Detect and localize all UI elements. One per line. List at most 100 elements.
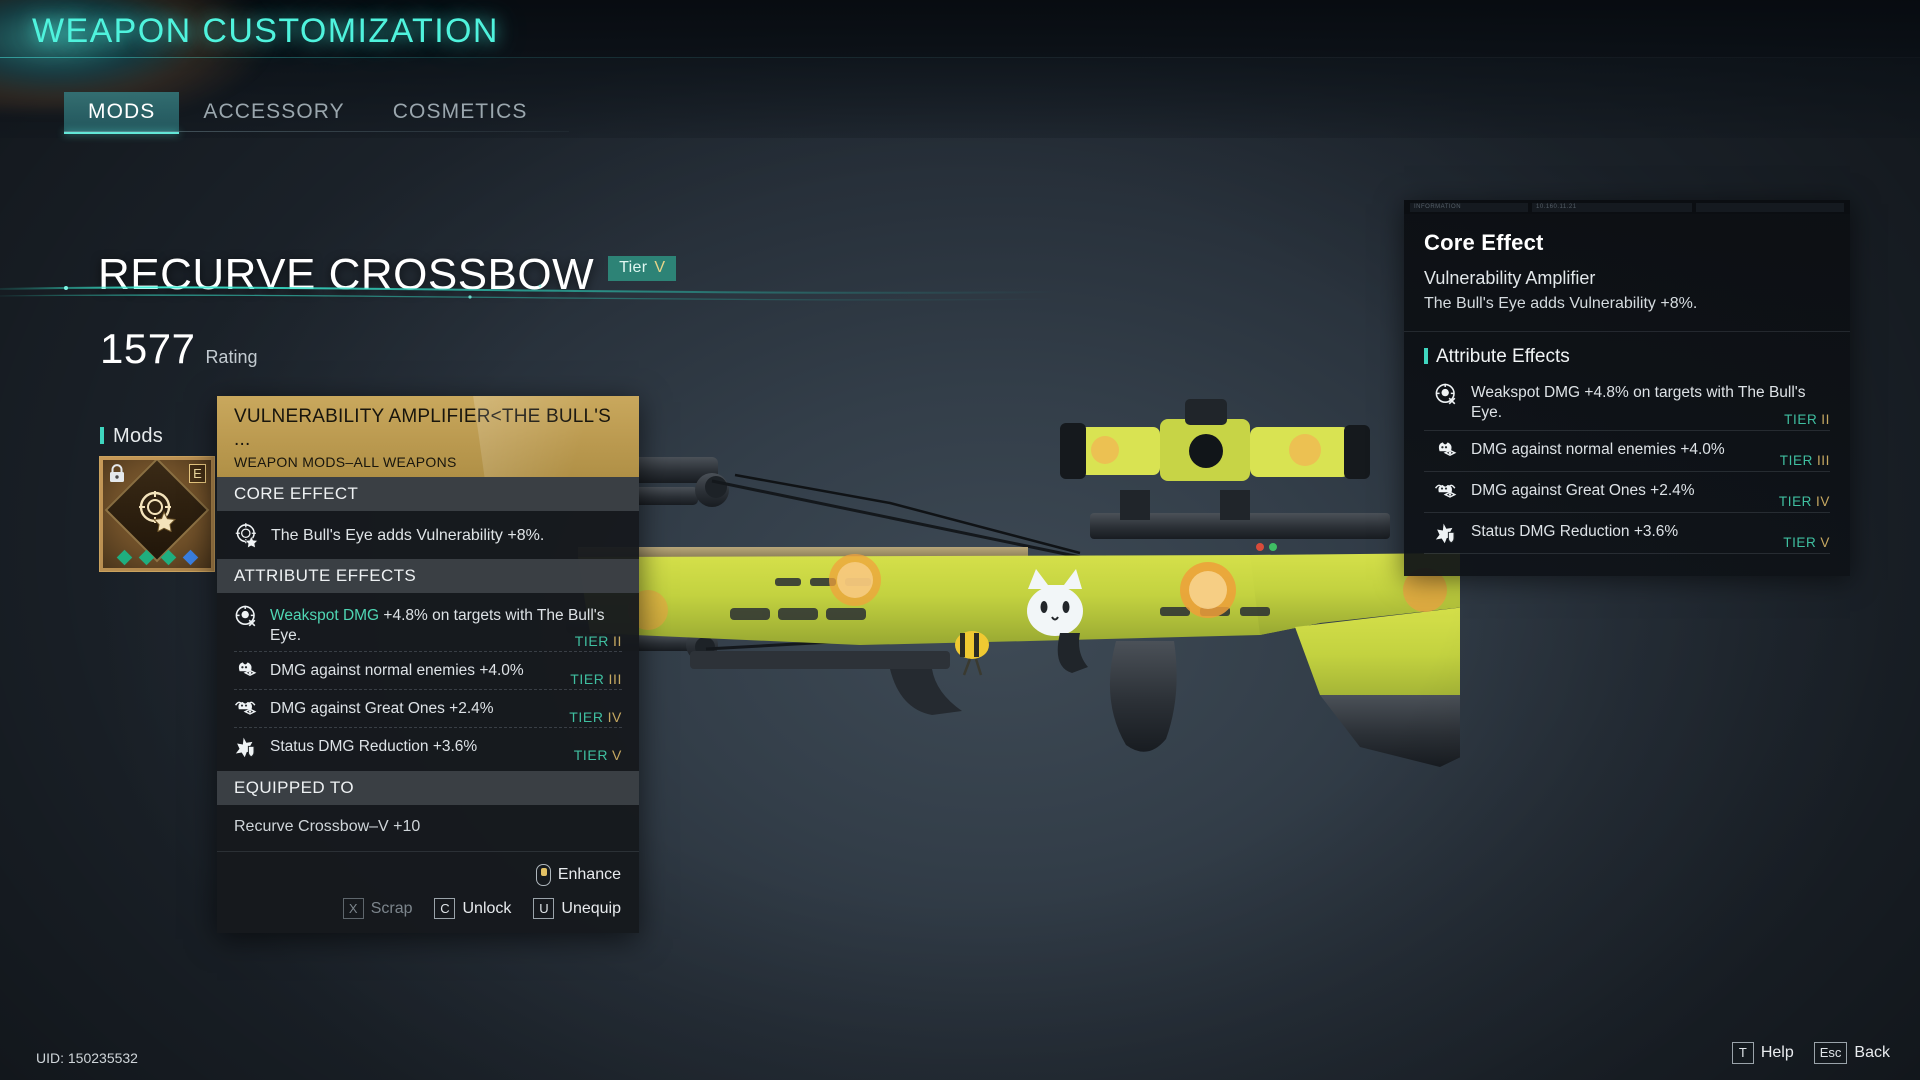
info-attr-text-4: Status DMG Reduction +3.6% (1471, 523, 1679, 540)
tooltip-header: VULNERABILITY AMPLIFIER<THE BULL'S ... W… (217, 396, 639, 477)
back-action[interactable]: Esc Back (1813, 1042, 1890, 1064)
tooltip-core-text: The Bull's Eye adds Vulnerability +8%. (271, 527, 545, 544)
info-attr-tier-value-2: III (1816, 453, 1830, 468)
info-attr-tier-label-4: TIER (1783, 535, 1817, 550)
status-shield-icon (235, 737, 255, 758)
weapon-tier-badge: Tier V (608, 255, 677, 281)
tooltip-attr-tier-label-2: TIER (570, 671, 605, 687)
info-attr-title: Attribute Effects (1424, 346, 1830, 368)
footer-action-bar: T Help Esc Back (1731, 1042, 1890, 1064)
tooltip-action-bar: Enhance X Scrap C Unlock U Unequip (217, 851, 639, 933)
tooltip-attr-tier-2: TIER III (570, 671, 622, 687)
info-attr-row-4: Status DMG Reduction +3.6% TIER V (1424, 513, 1830, 554)
mod-gem-3 (160, 549, 176, 566)
tier-badge-value: V (654, 258, 666, 276)
info-attr-row-3: DMG against Great Ones +2.4% TIER IV (1424, 472, 1830, 513)
tab-cosmetics[interactable]: COSMETICS (369, 92, 552, 134)
tooltip-core-body: The Bull's Eye adds Vulnerability +8%. (217, 511, 639, 559)
tooltip-attr-tier-value-3: IV (607, 709, 622, 725)
info-attr-tier-label-2: TIER (1779, 453, 1813, 468)
enhance-action[interactable]: Enhance (535, 864, 621, 886)
back-label: Back (1854, 1044, 1890, 1061)
tooltip-attr-section-label: ATTRIBUTE EFFECTS (217, 559, 639, 593)
scrap-action: X Scrap (342, 898, 413, 919)
mod-gem-2 (138, 549, 154, 566)
information-core-section: Core Effect Vulnerability Amplifier The … (1404, 214, 1850, 331)
tooltip-core-section-label: CORE EFFECT (217, 477, 639, 511)
info-attr-icons-1 (1434, 383, 1460, 407)
rating-label: Rating (205, 347, 258, 367)
tooltip-attr-icons-4 (234, 736, 260, 760)
weapon-name: RECURVE CROSSBOW (98, 250, 595, 299)
info-core-title: Core Effect (1424, 230, 1544, 255)
unequip-label: Unequip (561, 899, 621, 917)
information-attribute-section: Attribute Effects Weakspot DMG +4.8% on … (1404, 332, 1850, 576)
great-one-icon (235, 701, 257, 715)
tooltip-attr-icons-2 (234, 660, 260, 684)
tooltip-attr-tier-4: TIER V (574, 747, 622, 763)
help-action[interactable]: T Help (1731, 1042, 1794, 1064)
info-attr-tier-label-1: TIER (1784, 412, 1818, 427)
unequip-action[interactable]: U Unequip (533, 898, 621, 919)
rarity-letter: E (189, 464, 206, 483)
unlock-keycap: C (434, 898, 456, 919)
weapon-headline: RECURVE CROSSBOW Tier V (98, 250, 677, 300)
tooltip-attr-tier-label-4: TIER (573, 747, 609, 763)
scrap-label: Scrap (370, 899, 413, 917)
tooltip-attr-row-3: DMG against Great Ones +2.4% TIER IV (234, 690, 622, 728)
tooltip-attr-tier-label-3: TIER (569, 709, 604, 725)
mod-slot-1[interactable]: E (99, 456, 215, 572)
enhance-label: Enhance (557, 866, 621, 883)
info-attr-icons-4 (1434, 522, 1460, 546)
help-keycap: T (1731, 1042, 1754, 1064)
tab-bar: MODS ACCESSORY COSMETICS (64, 92, 552, 134)
page-title: WEAPON CUSTOMIZATION (32, 12, 499, 50)
mouse-left-click-icon (535, 864, 551, 886)
tab-bar-divider (64, 131, 569, 132)
chrome-right-label (1696, 202, 1844, 212)
unlock-label: Unlock (462, 899, 512, 917)
normal-enemy-icon (1438, 442, 1457, 457)
info-attr-row-2: DMG against normal enemies +4.0% TIER III (1424, 431, 1830, 472)
tooltip-equipped-section-label: EQUIPPED TO (217, 771, 639, 805)
chrome-left-label: INFORMATION (1410, 202, 1528, 212)
scrap-keycap: X (342, 898, 364, 919)
tooltip-equipped-value: Recurve Crossbow–V +10 (234, 818, 421, 835)
information-panel: INFORMATION 10.160.11.21 Core Effect Vul… (1404, 200, 1850, 576)
mod-slot-inner: E (103, 460, 211, 568)
weakspot-target-icon (235, 605, 256, 627)
weapon-rating: 1577 Rating (100, 325, 257, 373)
info-attr-tier-label-3: TIER (1778, 494, 1813, 509)
rating-value: 1577 (100, 325, 196, 372)
help-label: Help (1760, 1044, 1794, 1061)
back-keycap: Esc (1813, 1042, 1848, 1064)
tooltip-attr-icons-1 (234, 605, 260, 629)
tooltip-attr-tier-3: TIER IV (569, 709, 622, 725)
mods-section-label: Mods (100, 425, 163, 448)
tab-accessory[interactable]: ACCESSORY (179, 92, 368, 134)
tab-mods[interactable]: MODS (64, 92, 180, 134)
unlock-action[interactable]: C Unlock (434, 898, 511, 919)
tooltip-attr-tier-value-2: III (608, 671, 622, 687)
info-attr-tier-value-1: II (1821, 412, 1830, 427)
tooltip-attr-text-4: Status DMG Reduction +3.6% (270, 738, 478, 755)
tooltip-action-line-1: Enhance (235, 864, 621, 886)
unequip-keycap: U (533, 898, 555, 919)
mod-detail-tooltip: VULNERABILITY AMPLIFIER<THE BULL'S ... W… (217, 396, 639, 933)
tooltip-attr-tier-1: TIER II (575, 633, 622, 649)
info-attr-icons-2 (1434, 440, 1460, 464)
info-core-name: Vulnerability Amplifier (1424, 268, 1596, 288)
tooltip-attr-highlight-1: Weakspot DMG (270, 607, 380, 624)
information-panel-chrome: INFORMATION 10.160.11.21 (1404, 200, 1850, 214)
weakspot-target-icon (1435, 383, 1456, 405)
bullseye-star-icon (139, 490, 177, 532)
bullseye-star-icon (235, 523, 259, 548)
info-core-description: The Bull's Eye adds Vulnerability +8%. (1424, 295, 1698, 312)
tooltip-attr-row-4: Status DMG Reduction +3.6% TIER V (234, 728, 622, 765)
status-shield-icon (1435, 523, 1455, 544)
info-attr-icons-3 (1434, 481, 1460, 505)
tooltip-attr-text-2: DMG against normal enemies +4.0% (270, 662, 524, 679)
tooltip-subtitle: WEAPON MODS–ALL WEAPONS (234, 454, 457, 470)
tooltip-action-line-2: X Scrap C Unlock U Unequip (235, 898, 621, 919)
chrome-mid-label: 10.160.11.21 (1532, 202, 1692, 212)
